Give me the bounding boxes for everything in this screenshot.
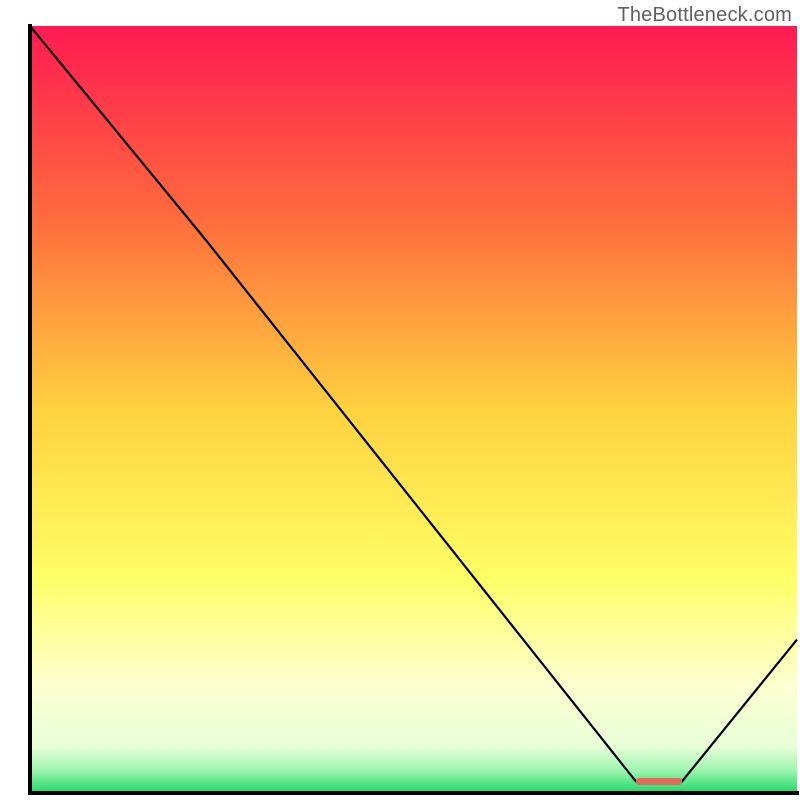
plot-background	[30, 26, 797, 793]
bottleneck-chart	[0, 0, 800, 800]
chart-container: TheBottleneck.com	[0, 0, 800, 800]
optimal-marker	[636, 778, 682, 785]
